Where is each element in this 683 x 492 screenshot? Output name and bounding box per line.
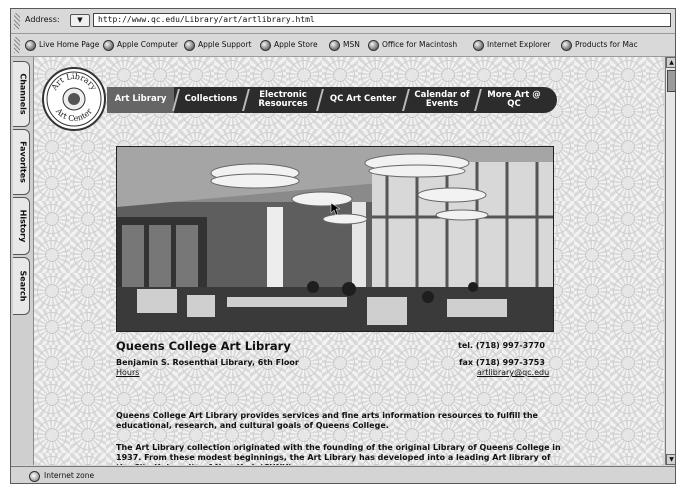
- toolbar-grip[interactable]: [14, 13, 20, 29]
- favorite-globe-icon: [561, 39, 572, 51]
- nav-electronic-resources[interactable]: Electronic Resources: [248, 87, 318, 113]
- favorite-apple-computer[interactable]: Apple Computer: [103, 38, 178, 52]
- email-link[interactable]: artlibrary@qc.edu: [477, 368, 549, 377]
- nav-qc-art-center[interactable]: QC Art Center: [322, 87, 404, 113]
- main-navigation: Art Library Collections Electronic Resou…: [107, 87, 557, 113]
- address-label: Address:: [25, 15, 60, 24]
- favorite-globe-icon: [473, 39, 484, 51]
- library-photo-graphic: [117, 147, 553, 331]
- nav-collections[interactable]: Collections: [178, 87, 244, 113]
- page-title: Queens College Art Library: [116, 339, 291, 353]
- explorer-bar-tabs: Channels Favorites History Search: [11, 57, 34, 465]
- favorite-office-for-macintosh[interactable]: Office for Macintosh: [368, 38, 457, 52]
- fax: fax (718) 997-3753: [459, 358, 545, 367]
- favorite-globe-icon: [329, 39, 340, 51]
- address-bar: Address: ▼ http://www.qc.edu/Library/art…: [11, 9, 675, 34]
- scroll-down-icon[interactable]: ▼: [666, 454, 675, 465]
- status-zone: Internet zone: [44, 471, 95, 480]
- scroll-up-icon[interactable]: ▲: [666, 57, 675, 68]
- scroll-thumb[interactable]: [667, 70, 675, 92]
- favorite-apple-support[interactable]: Apple Support: [184, 38, 251, 52]
- favorite-globe-icon: [25, 39, 36, 51]
- favorite-globe-icon: [103, 39, 114, 51]
- tab-history[interactable]: History: [13, 197, 30, 255]
- page-content: Art Library Art Center Art Library Colle…: [34, 57, 664, 465]
- favorite-internet-explorer[interactable]: Internet Explorer: [473, 38, 550, 52]
- dropdown-arrow-icon[interactable]: ▼: [70, 14, 90, 27]
- library-location: Benjamin S. Rosenthal Library, 6th Floor: [116, 358, 299, 367]
- vertical-scrollbar[interactable]: ▲ ▼: [665, 57, 675, 465]
- browser-window: Address: ▼ http://www.qc.edu/Library/art…: [10, 8, 676, 484]
- art-library-logo[interactable]: Art Library Art Center: [42, 67, 106, 131]
- library-interior-photo: [116, 146, 554, 332]
- favorite-globe-icon: [184, 39, 195, 51]
- favorite-apple-store[interactable]: Apple Store: [260, 38, 318, 52]
- hours-link[interactable]: Hours: [116, 368, 139, 377]
- logo-graphic: Art Library Art Center: [46, 71, 102, 127]
- history-paragraph: The Art Library collection originated wi…: [116, 443, 561, 465]
- favorite-msn[interactable]: MSN: [329, 38, 360, 52]
- favorite-products-for-mac[interactable]: Products for Mac: [561, 38, 638, 52]
- telephone: tel. (718) 997-3770: [458, 341, 545, 350]
- toolbar-grip[interactable]: [14, 37, 20, 53]
- favorite-globe-icon: [260, 39, 271, 51]
- tab-search[interactable]: Search: [13, 257, 30, 315]
- favorite-globe-icon: [368, 39, 379, 51]
- favorites-bar: Live Home Page Apple Computer Apple Supp…: [11, 34, 675, 57]
- nav-calendar-of-events[interactable]: Calendar of Events: [408, 87, 476, 113]
- internet-zone-icon: [29, 470, 40, 482]
- nav-more-art-at-qc[interactable]: More Art @ QC: [480, 87, 548, 113]
- nav-art-library[interactable]: Art Library: [107, 87, 174, 113]
- status-bar: Internet zone: [11, 466, 675, 483]
- tab-favorites[interactable]: Favorites: [13, 129, 30, 195]
- url-field[interactable]: http://www.qc.edu/Library/art/artlibrary…: [93, 13, 671, 27]
- intro-paragraph: Queens College Art Library provides serv…: [116, 411, 538, 430]
- tab-channels[interactable]: Channels: [13, 61, 30, 127]
- favorite-live-home-page[interactable]: Live Home Page: [25, 38, 99, 52]
